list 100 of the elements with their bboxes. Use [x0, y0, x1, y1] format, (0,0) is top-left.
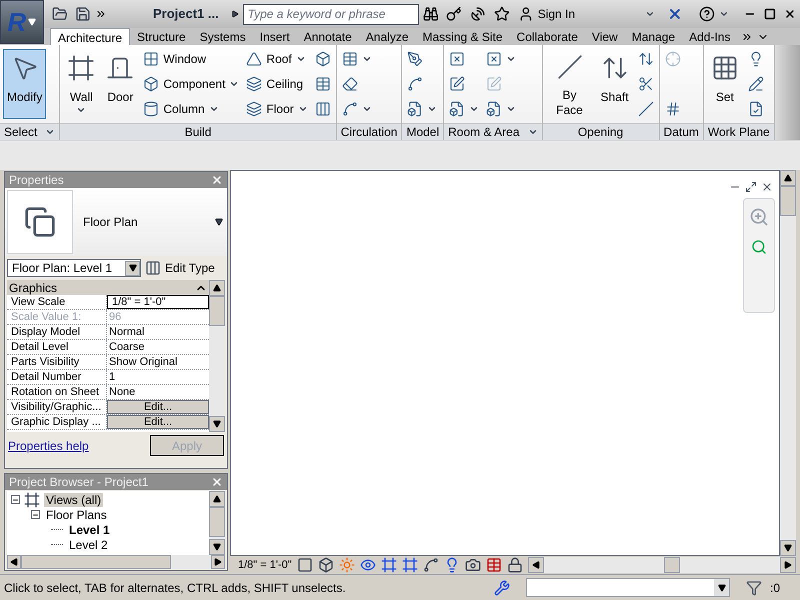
panel-label[interactable]: Model	[402, 123, 444, 140]
restore-icon[interactable]	[745, 181, 757, 193]
panel-label[interactable]: Datum	[660, 123, 703, 140]
scrollbar[interactable]	[209, 491, 225, 555]
edit-button[interactable]: Edit...	[107, 400, 209, 414]
chevrons-icon[interactable]	[95, 8, 107, 20]
ribbon-tool-button[interactable]: Set	[706, 49, 743, 119]
caret-icon	[76, 105, 86, 115]
ribbon-tool-button[interactable]: Window	[141, 49, 242, 69]
ribbon-tool-button[interactable]: By Face	[546, 49, 594, 119]
scroll-down-button[interactable]	[780, 540, 796, 556]
open-icon[interactable]	[52, 6, 68, 22]
arrow-icon	[213, 495, 221, 503]
ribbon-tab[interactable]: Add-Ins	[682, 28, 738, 45]
ribbon-tool-button[interactable]: Wall	[63, 49, 100, 119]
ribbon-tool-button[interactable]: Column	[141, 99, 242, 119]
ribbon-tab[interactable]: Manage	[624, 28, 682, 45]
scroll-down-button[interactable]	[209, 539, 225, 555]
tree-item[interactable]: Level 1	[67, 522, 112, 536]
tree-item[interactable]: Views (all)	[44, 492, 104, 506]
expander-icon[interactable]	[31, 510, 40, 519]
spline-icon[interactable]	[422, 557, 439, 573]
eye-icon[interactable]	[360, 557, 376, 573]
scrollbar[interactable]	[7, 555, 225, 569]
ribbon-tool-button[interactable]: Shaft	[596, 49, 633, 119]
panel-label[interactable]: Circulation	[336, 123, 402, 140]
type-selector[interactable]: Floor Plan	[5, 188, 227, 256]
panel-label[interactable]: Room & Area	[444, 123, 542, 140]
arrow-icon	[213, 284, 221, 292]
ribbon-tool-button[interactable]: Ceiling	[244, 74, 310, 94]
caret-icon	[645, 9, 655, 19]
panel-label[interactable]: Opening	[542, 123, 659, 140]
filter-icon[interactable]	[746, 580, 762, 596]
square-icon[interactable]	[296, 557, 313, 573]
scrollbar[interactable]	[209, 280, 225, 432]
caret-icon	[215, 218, 223, 226]
panel-label[interactable]: Select	[0, 123, 60, 140]
cube-icon[interactable]	[318, 557, 334, 573]
scroll-right-button[interactable]	[780, 557, 796, 573]
scroll-thumb[interactable]	[21, 555, 171, 569]
ribbon-tool-button[interactable]: Component	[141, 74, 242, 94]
table-icon[interactable]	[486, 557, 502, 573]
maximize-icon[interactable]	[764, 8, 776, 20]
instance-dropdown[interactable]: Floor Plan: Level 1	[7, 259, 141, 277]
ribbon-tab[interactable]: Collaborate	[510, 28, 585, 45]
panel-label[interactable]: Build	[60, 123, 336, 140]
chevrons-icon[interactable]	[741, 31, 754, 43]
ribbon-tool-button[interactable]: Floor	[244, 99, 310, 119]
ribbon-tab[interactable]: Architecture	[50, 28, 130, 45]
help-icon[interactable]	[698, 6, 715, 22]
scroll-down-button[interactable]	[209, 416, 225, 432]
scroll-left-button[interactable]	[528, 557, 544, 573]
scroll-left-button[interactable]	[7, 555, 21, 569]
scroll-right-button[interactable]	[211, 555, 225, 569]
ribbon-tab[interactable]: Analyze	[358, 28, 416, 45]
ribbon-tool-button[interactable]: Modify	[3, 49, 46, 119]
scroll-up-button[interactable]	[209, 280, 225, 296]
play-icon[interactable]	[230, 10, 239, 18]
ribbon-tab[interactable]: Structure	[130, 28, 193, 45]
edit-type-button[interactable]: Edit Type	[145, 259, 215, 277]
scale-button[interactable]: 1/8" = 1'-0"	[238, 556, 292, 574]
tree-item[interactable]: Floor Plans	[44, 508, 109, 522]
search-field[interactable]: Type a keyword or phrase	[242, 4, 419, 24]
close-icon[interactable]	[784, 8, 796, 20]
star-icon[interactable]	[494, 6, 510, 22]
ribbon-tool-button[interactable]: Roof	[244, 49, 310, 69]
scroll-thumb[interactable]	[780, 186, 796, 216]
scroll-thumb[interactable]	[209, 296, 225, 326]
scroll-up-button[interactable]	[780, 170, 796, 186]
tree-item[interactable]: Level 2	[67, 538, 110, 552]
scroll-thumb[interactable]	[664, 557, 680, 573]
design-option-dropdown[interactable]	[526, 578, 730, 597]
properties-help-link[interactable]: Properties help	[8, 436, 89, 454]
camera-icon[interactable]	[464, 557, 481, 573]
ribbon-tab[interactable]: View	[584, 28, 625, 45]
scroll-up-button[interactable]	[209, 491, 225, 507]
binoculars-icon[interactable]	[422, 6, 438, 22]
key-icon[interactable]	[446, 6, 462, 22]
save-icon[interactable]	[75, 6, 92, 22]
scrollbar[interactable]	[528, 557, 796, 573]
ribbon-tab[interactable]: Annotate	[296, 28, 359, 45]
sign-in-button[interactable]: Sign In	[538, 5, 576, 23]
ribbon-tab[interactable]: Insert	[252, 28, 297, 45]
caret-icon	[718, 9, 728, 19]
ribbon-tab[interactable]: Systems	[192, 28, 253, 45]
lock-icon[interactable]	[506, 557, 523, 573]
user-icon[interactable]	[518, 6, 534, 22]
ribbon-tab[interactable]: Massing & Site	[416, 28, 510, 45]
scroll-thumb[interactable]	[209, 507, 225, 537]
edit-button[interactable]: Edit...	[107, 415, 209, 429]
close-icon[interactable]	[761, 181, 773, 193]
search-icon[interactable]	[751, 239, 767, 255]
property-input[interactable]: 1/8" = 1'-0"	[107, 295, 209, 309]
worksets-icon[interactable]	[494, 580, 510, 596]
satellite-dish-icon[interactable]	[470, 6, 486, 22]
panel-label[interactable]: Work Plane	[704, 123, 774, 140]
scrollbar[interactable]	[780, 170, 796, 556]
expander-icon[interactable]	[11, 495, 20, 504]
ribbon-tool-button[interactable]: Door	[102, 49, 138, 119]
caret-icon	[208, 104, 219, 114]
